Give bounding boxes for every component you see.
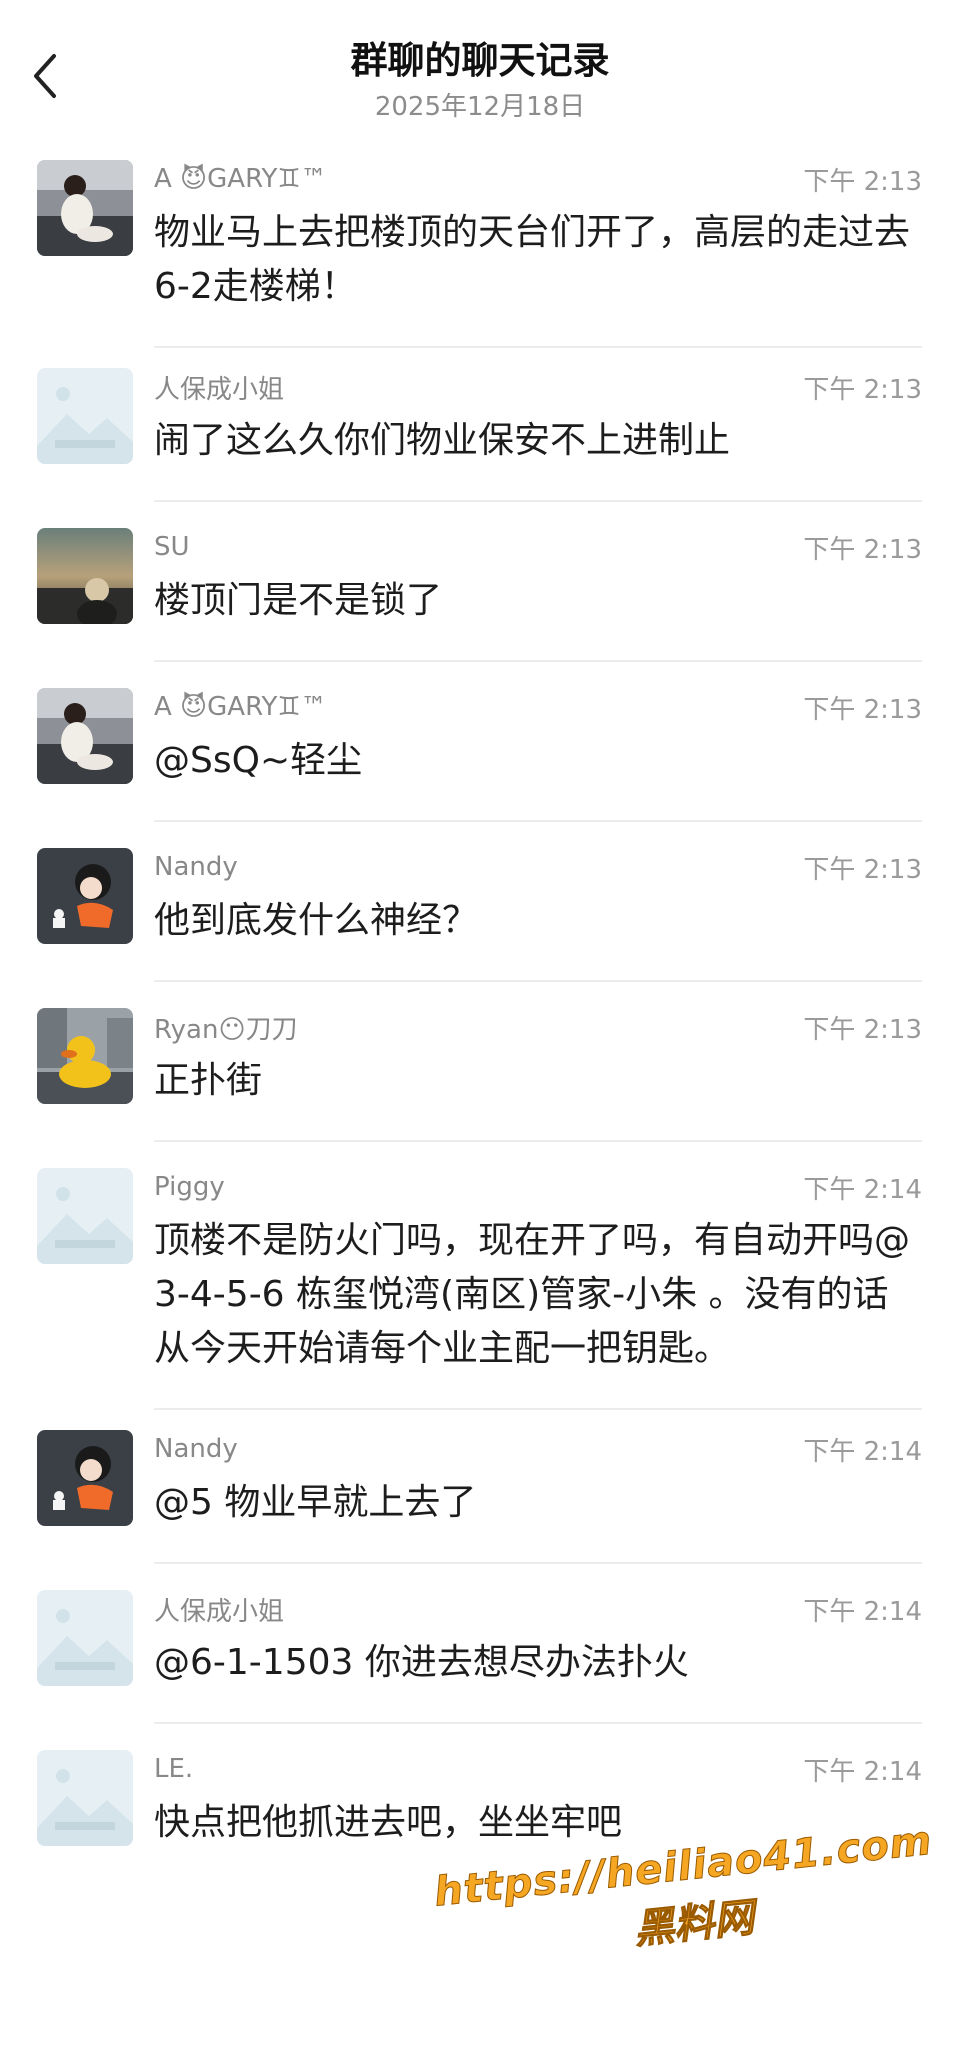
message-time: 下午 2:14 <box>803 1596 922 1627</box>
message-item[interactable]: Nandy 下午 2:13 他到底发什么神经？ <box>0 828 960 988</box>
message-text: 顶楼不是防火门吗，现在开了吗，有自动开吗@3-4-5-6 栋玺悦湾(南区)管家-… <box>154 1220 911 1369</box>
message-item[interactable]: A 😈GARY♊™ 下午 2:13 物业马上去把楼顶的天台们开了，高层的走过去6… <box>0 140 960 348</box>
sender-name[interactable]: Piggy <box>154 1172 225 1202</box>
message-time: 下午 2:13 <box>803 1014 922 1045</box>
sender-name[interactable]: A 😈GARY♊™ <box>154 164 327 194</box>
message-item[interactable]: Nandy 下午 2:14 @5 物业早就上去了 <box>0 1410 960 1570</box>
message-text: 他到底发什么神经？ <box>154 900 479 941</box>
sender-name[interactable]: 人保成小姐 <box>154 369 284 406</box>
message-item[interactable]: Ryan😶刀刀 下午 2:13 正扑街 <box>0 988 960 1148</box>
default-placeholder-avatar[interactable] <box>37 1590 133 1686</box>
sender-name[interactable]: A 😈GARY♊™ <box>154 692 327 722</box>
message-text: 物业马上去把楼顶的天台们开了，高层的走过去6-2走楼梯！ <box>154 212 911 307</box>
header: 群聊的聊天记录 2025年12月18日 <box>0 0 960 140</box>
page-title: 群聊的聊天记录 <box>350 39 610 82</box>
message-time: 下午 2:13 <box>803 374 922 405</box>
message-item[interactable]: LE. 下午 2:14 快点把他抓进去吧，坐坐牢吧 <box>0 1730 960 1890</box>
photo-child-avatar[interactable] <box>37 160 133 256</box>
sender-name[interactable]: Nandy <box>154 852 238 882</box>
default-placeholder-avatar[interactable] <box>37 1750 133 1846</box>
message-text: 快点把他抓进去吧，坐坐牢吧 <box>154 1802 623 1843</box>
message-item[interactable]: Piggy 下午 2:14 顶楼不是防火门吗，现在开了吗，有自动开吗@3-4-5… <box>0 1148 960 1410</box>
default-placeholder-avatar[interactable] <box>37 368 133 464</box>
message-time: 下午 2:13 <box>803 166 922 197</box>
message-text: 楼顶门是不是锁了 <box>154 580 443 621</box>
message-text: 闹了这么久你们物业保安不上进制止 <box>154 420 731 461</box>
rubber-duck-avatar[interactable] <box>37 1008 133 1104</box>
message-time: 下午 2:13 <box>803 534 922 565</box>
message-item[interactable]: SU 下午 2:13 楼顶门是不是锁了 <box>0 508 960 668</box>
sender-name[interactable]: Nandy <box>154 1434 238 1464</box>
sender-name[interactable]: SU <box>154 532 190 562</box>
cartoon-girl-avatar[interactable] <box>37 1430 133 1526</box>
cartoon-girl-avatar[interactable] <box>37 848 133 944</box>
default-placeholder-avatar[interactable] <box>37 1168 133 1264</box>
message-text: @6-1-1503 你进去想尽办法扑火 <box>154 1642 689 1683</box>
message-time: 下午 2:14 <box>803 1756 922 1787</box>
message-time: 下午 2:14 <box>803 1174 922 1205</box>
message-time: 下午 2:14 <box>803 1436 922 1467</box>
photo-sunset-avatar[interactable] <box>37 528 133 624</box>
photo-child-avatar[interactable] <box>37 688 133 784</box>
sender-name[interactable]: LE. <box>154 1754 193 1784</box>
message-item[interactable]: 人保成小姐 下午 2:13 闹了这么久你们物业保安不上进制止 <box>0 348 960 508</box>
sender-name[interactable]: 人保成小姐 <box>154 1591 284 1628</box>
message-time: 下午 2:13 <box>803 694 922 725</box>
message-item[interactable]: A 😈GARY♊™ 下午 2:13 @SsQ~轻尘 <box>0 668 960 828</box>
sender-name[interactable]: Ryan😶刀刀 <box>154 1009 298 1046</box>
message-time: 下午 2:13 <box>803 854 922 885</box>
message-list: A 😈GARY♊™ 下午 2:13 物业马上去把楼顶的天台们开了，高层的走过去6… <box>0 140 960 1890</box>
message-item[interactable]: 人保成小姐 下午 2:14 @6-1-1503 你进去想尽办法扑火 <box>0 1570 960 1730</box>
message-text: 正扑街 <box>154 1060 263 1101</box>
message-text: @5 物业早就上去了 <box>154 1482 477 1523</box>
message-text: @SsQ~轻尘 <box>154 740 363 781</box>
chat-date: 2025年12月18日 <box>374 92 586 122</box>
